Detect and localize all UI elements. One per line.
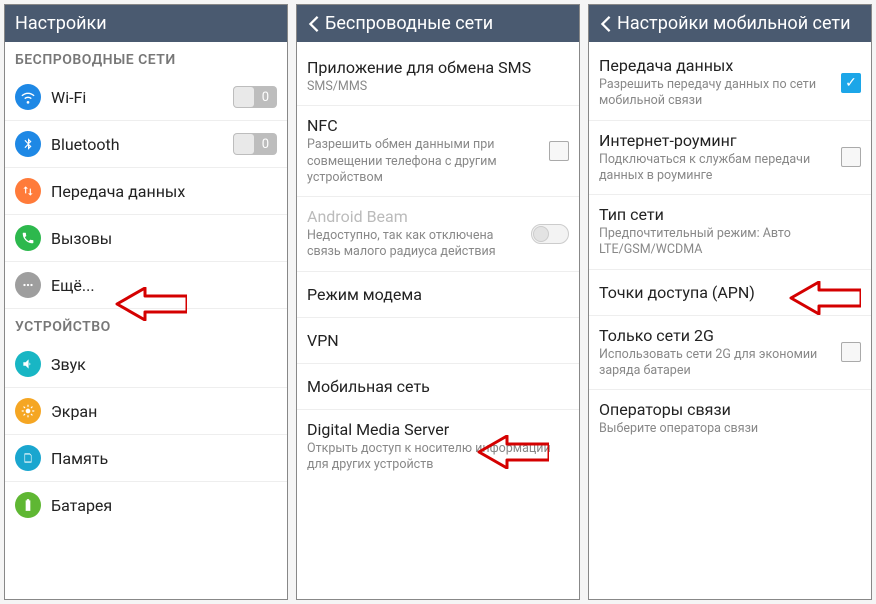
battery-icon xyxy=(15,492,41,518)
back-icon[interactable] xyxy=(599,15,613,33)
wireless-pane: Беспроводные сети Приложение для обмена … xyxy=(296,4,580,600)
nfc-row[interactable]: NFC Разрешить обмен данными при совмещен… xyxy=(297,106,579,197)
wireless-title-bar[interactable]: Беспроводные сети xyxy=(297,5,579,42)
roaming-label: Интернет-роуминг xyxy=(599,131,831,150)
mobile-data-sub: Разрешить передачу данных по сети мобиль… xyxy=(599,77,831,110)
dms-sub: Открыть доступ к носителю информации для… xyxy=(307,441,569,474)
mobile-data-checkbox[interactable]: ✓ xyxy=(841,73,861,93)
dms-label: Digital Media Server xyxy=(307,420,569,439)
wifi-icon xyxy=(15,84,41,110)
settings-list: БЕСПРОВОДНЫЕ СЕТИ Wi-Fi 0 Bluetooth 0 Пе… xyxy=(5,42,287,599)
data-usage-icon xyxy=(15,178,41,204)
memory-icon xyxy=(15,445,41,471)
beam-sub: Недоступно, так как отключена связь мало… xyxy=(307,228,521,261)
only2g-checkbox[interactable] xyxy=(841,342,861,362)
calls-row[interactable]: Вызовы xyxy=(5,215,287,262)
wifi-label: Wi-Fi xyxy=(51,88,223,107)
only2g-row[interactable]: Только сети 2G Использовать сети 2G для … xyxy=(589,316,871,391)
bluetooth-label: Bluetooth xyxy=(51,135,223,154)
network-type-row[interactable]: Тип сети Предпочтительный режим: Авто LT… xyxy=(589,195,871,270)
battery-label: Батарея xyxy=(51,496,277,515)
sms-app-row[interactable]: Приложение для обмена SMS SMS/MMS xyxy=(297,42,579,106)
network-type-label: Тип сети xyxy=(599,205,861,224)
sms-app-sub: SMS/MMS xyxy=(307,79,569,95)
vpn-label: VPN xyxy=(307,331,569,350)
nfc-label: NFC xyxy=(307,116,539,135)
only2g-sub: Использовать сети 2G для экономии заряда… xyxy=(599,347,831,380)
phone-icon xyxy=(15,225,41,251)
roaming-sub: Подключаться к службам передачи данных в… xyxy=(599,152,831,185)
sound-row[interactable]: Звук xyxy=(5,341,287,388)
wifi-row[interactable]: Wi-Fi 0 xyxy=(5,74,287,121)
tether-row[interactable]: Режим модема xyxy=(297,272,579,318)
apn-label: Точки доступа (APN) xyxy=(599,283,861,302)
wireless-title: Беспроводные сети xyxy=(325,13,493,34)
data-usage-label: Передача данных xyxy=(51,182,277,201)
display-label: Экран xyxy=(51,402,277,421)
mobile-settings-pane: Настройки мобильной сети Передача данных… xyxy=(588,4,872,600)
sound-label: Звук xyxy=(51,355,277,374)
more-icon xyxy=(15,272,41,298)
dms-row[interactable]: Digital Media Server Открыть доступ к но… xyxy=(297,410,579,484)
nfc-sub: Разрешить обмен данными при совмещении т… xyxy=(307,137,539,186)
nfc-checkbox[interactable] xyxy=(549,141,569,161)
bluetooth-toggle[interactable]: 0 xyxy=(233,133,277,155)
display-row[interactable]: Экран xyxy=(5,388,287,435)
section-device: УСТРОЙСТВО xyxy=(5,309,287,341)
operators-sub: Выберите оператора связи xyxy=(599,421,861,437)
memory-label: Память xyxy=(51,449,277,468)
mobile-data-label: Передача данных xyxy=(599,56,831,75)
settings-pane: Настройки БЕСПРОВОДНЫЕ СЕТИ Wi-Fi 0 Blue… xyxy=(4,4,288,600)
operators-label: Операторы связи xyxy=(599,400,861,419)
memory-row[interactable]: Память xyxy=(5,435,287,482)
mobile-network-label: Мобильная сеть xyxy=(307,377,569,396)
only2g-label: Только сети 2G xyxy=(599,326,831,345)
mobile-data-row[interactable]: Передача данных Разрешить передачу данны… xyxy=(589,42,871,121)
data-usage-row[interactable]: Передача данных xyxy=(5,168,287,215)
section-wireless: БЕСПРОВОДНЫЕ СЕТИ xyxy=(5,42,287,74)
more-row[interactable]: Ещё... xyxy=(5,262,287,309)
beam-row: Android Beam Недоступно, так как отключе… xyxy=(297,197,579,272)
bluetooth-icon xyxy=(15,131,41,157)
wireless-list: Приложение для обмена SMS SMS/MMS NFC Ра… xyxy=(297,42,579,599)
vpn-row[interactable]: VPN xyxy=(297,318,579,364)
operators-row[interactable]: Операторы связи Выберите оператора связи xyxy=(589,390,871,447)
settings-title-bar: Настройки xyxy=(5,5,287,42)
mobile-settings-list: Передача данных Разрешить передачу данны… xyxy=(589,42,871,599)
settings-title: Настройки xyxy=(15,13,107,34)
mobile-network-row[interactable]: Мобильная сеть xyxy=(297,364,579,410)
beam-toggle xyxy=(531,224,569,244)
calls-label: Вызовы xyxy=(51,229,277,248)
roaming-checkbox[interactable] xyxy=(841,147,861,167)
battery-row[interactable]: Батарея xyxy=(5,482,287,528)
bluetooth-row[interactable]: Bluetooth 0 xyxy=(5,121,287,168)
wifi-toggle[interactable]: 0 xyxy=(233,86,277,108)
network-type-sub: Предпочтительный режим: Авто LTE/GSM/WCD… xyxy=(599,226,861,259)
mobile-settings-title-bar[interactable]: Настройки мобильной сети xyxy=(589,5,871,42)
sound-icon xyxy=(15,351,41,377)
back-icon[interactable] xyxy=(307,15,321,33)
roaming-row[interactable]: Интернет-роуминг Подключаться к службам … xyxy=(589,121,871,196)
apn-row[interactable]: Точки доступа (APN) xyxy=(589,270,871,316)
beam-label: Android Beam xyxy=(307,207,521,226)
tether-label: Режим модема xyxy=(307,285,569,304)
mobile-settings-title: Настройки мобильной сети xyxy=(617,13,850,34)
sms-app-label: Приложение для обмена SMS xyxy=(307,58,569,77)
more-label: Ещё... xyxy=(51,276,277,295)
display-icon xyxy=(15,398,41,424)
